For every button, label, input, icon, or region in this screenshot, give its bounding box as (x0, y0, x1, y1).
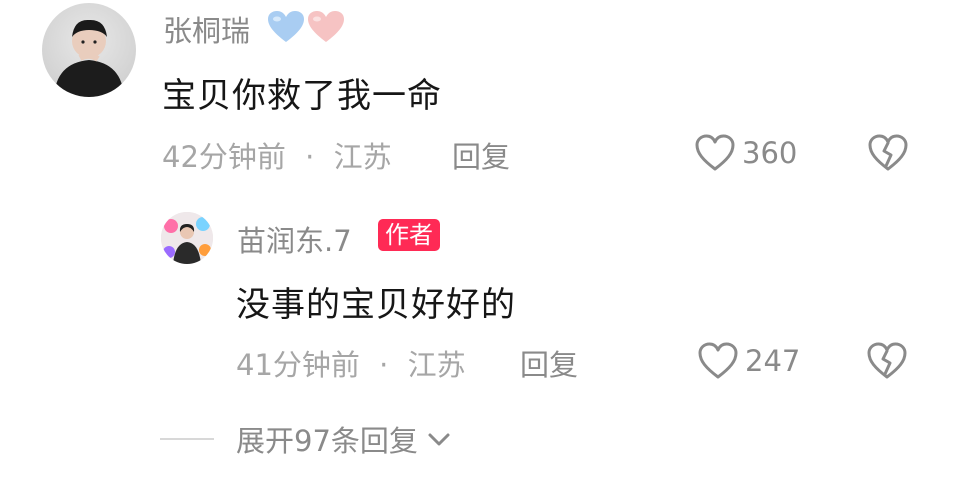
reply-location: 江苏 (407, 348, 466, 382)
reply-username[interactable]: 苗润东.7 (237, 218, 352, 260)
expand-replies-button[interactable]: 展开97条回复 (160, 418, 452, 460)
reply-like-count: 247 (745, 344, 801, 378)
light-pink-heart-icon (308, 11, 344, 42)
light-blue-heart-icon (268, 11, 304, 42)
reply-like-button[interactable]: 247 (697, 341, 800, 381)
reply-text: 没事的宝贝好好的 (236, 285, 516, 325)
reply-meta: 41分钟前 · 江苏 (236, 342, 466, 384)
comment-location: 江苏 (333, 140, 392, 174)
chevron-down-icon (428, 433, 450, 446)
reply-avatar[interactable] (161, 212, 213, 264)
comment-text: 宝贝你救了我一命 (162, 76, 442, 116)
reply-button[interactable]: 回复 (452, 134, 510, 176)
meta-separator: · (379, 348, 389, 382)
heart-outline-icon (698, 342, 738, 379)
comment-time: 42分钟前 (162, 140, 286, 174)
author-badge: 作者 (378, 219, 440, 251)
reply-dislike-button[interactable] (866, 341, 908, 385)
comment-meta: 42分钟前 · 江苏 (162, 134, 392, 176)
meta-separator: · (305, 140, 315, 174)
reply-time: 41分钟前 (236, 348, 360, 382)
username[interactable]: 张桐瑞 (163, 8, 250, 50)
expand-divider (160, 438, 214, 440)
expand-replies-label: 展开97条回复 (236, 424, 418, 458)
broken-heart-icon (868, 134, 908, 171)
like-button[interactable]: 360 (694, 133, 797, 173)
reply-reply-button[interactable]: 回复 (520, 342, 578, 384)
avatar[interactable] (42, 3, 136, 97)
user-badges (266, 9, 346, 45)
dislike-button[interactable] (867, 133, 909, 177)
like-count: 360 (742, 136, 798, 170)
broken-heart-icon (867, 342, 907, 379)
heart-outline-icon (695, 134, 735, 171)
